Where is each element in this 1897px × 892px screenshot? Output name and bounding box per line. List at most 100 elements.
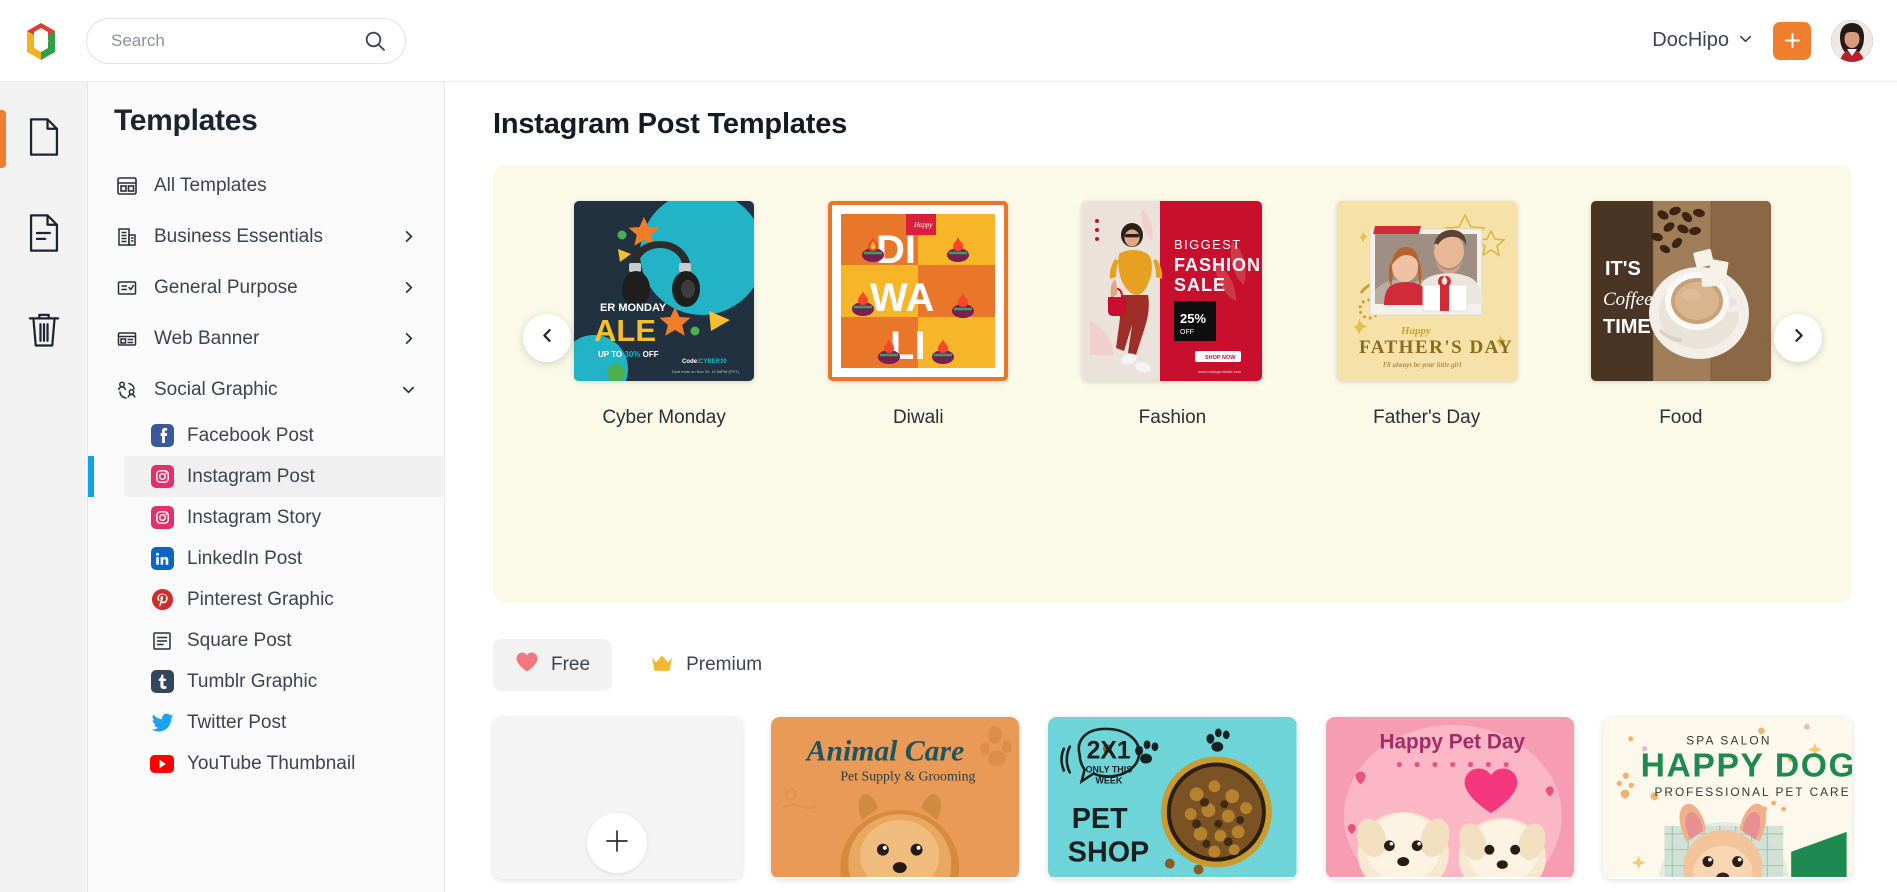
sidebar-item-facebook-post[interactable]: Facebook Post (124, 415, 444, 456)
app-body: Templates All Templates Business Essenti… (0, 82, 1897, 892)
sidebar-item-label: Business Essentials (154, 225, 323, 247)
animal-care-text2: Pet Supply & Grooming (840, 768, 975, 783)
category-thumbnail-diwali[interactable]: Happy DI WA LI (828, 201, 1009, 381)
web-banner-icon (114, 328, 140, 350)
happy-pet-day-artwork: Happy Pet Day (1325, 717, 1575, 878)
template-card-blank[interactable] (493, 717, 742, 879)
cyber-monday-artwork: ER MONDAY ALE UP TO 30% OFF Code:CYBER30… (574, 201, 755, 381)
sidebar-item-web-banner[interactable]: Web Banner (88, 313, 444, 364)
workspace-name: DocHipo (1652, 29, 1729, 51)
animal-care-artwork: Animal Care Pet Supply & Grooming (770, 717, 1020, 878)
sidebar-item-label: LinkedIn Post (187, 547, 303, 569)
filter-free[interactable]: Free (493, 639, 613, 691)
category-thumbnail-food[interactable]: IT'S Coffee TIME (1590, 201, 1771, 381)
diwali-text1: DI (876, 228, 916, 272)
svg-text:WEEK: WEEK (1096, 775, 1123, 785)
chevron-right-icon[interactable] (401, 331, 416, 346)
category-card[interactable]: Happy FATHER'S DAY I'll always be your l… (1336, 201, 1518, 429)
rail-item-trash[interactable] (0, 300, 88, 362)
pet-shop-text1: 2X1 (1087, 738, 1131, 765)
sidebar-item-instagram-story[interactable]: Instagram Story (124, 497, 444, 538)
sidebar-item-label: Tumblr Graphic (187, 670, 318, 692)
sidebar-item-pinterest-graphic[interactable]: Pinterest Graphic (124, 579, 444, 620)
template-filters: Free Premium (493, 639, 1852, 691)
sidebar-item-label: Instagram Story (187, 506, 322, 528)
filter-label: Free (551, 654, 591, 675)
sidebar-item-linkedin-post[interactable]: LinkedIn Post (124, 538, 444, 579)
sidebar-item-general-purpose[interactable]: General Purpose (88, 262, 444, 313)
fathers-day-text1: Happy (1400, 325, 1431, 337)
create-new-button[interactable] (1773, 21, 1811, 60)
building-icon (114, 226, 140, 248)
svg-text:UP TO 30% OFF: UP TO 30% OFF (598, 350, 659, 359)
template-card-happy-pet-day[interactable]: Happy Pet Day (1325, 717, 1575, 879)
dochipo-logo[interactable] (18, 18, 64, 64)
category-thumbnail-cyber-monday[interactable]: ER MONDAY ALE UP TO 30% OFF Code:CYBER30… (574, 201, 755, 381)
pet-shop-artwork: 2X1 ONLY THIS WEEK PET SHOP (1048, 717, 1297, 878)
chevron-down-icon (1738, 31, 1753, 51)
add-blank-template-button[interactable] (587, 813, 648, 873)
sidebar-item-instagram-post[interactable]: Instagram Post (88, 456, 444, 497)
carousel-next-button[interactable] (1774, 314, 1822, 362)
tumblr-icon (150, 670, 174, 693)
category-thumbnail-fathers-day[interactable]: Happy FATHER'S DAY I'll always be your l… (1336, 201, 1517, 381)
happy-dog-text1: SPA SALON (1687, 734, 1772, 748)
category-label: Father's Day (1373, 407, 1481, 428)
category-card[interactable]: IT'S Coffee TIME Food (1590, 201, 1772, 429)
fathers-day-artwork: Happy FATHER'S DAY I'll always be your l… (1336, 201, 1517, 381)
category-label: Cyber Monday (602, 407, 726, 428)
dashboard-grid-icon (114, 175, 140, 197)
instagram-icon (150, 465, 174, 488)
chevron-down-icon[interactable] (401, 382, 416, 397)
category-label: Diwali (892, 407, 944, 428)
sidebar-item-social-graphic[interactable]: Social Graphic (88, 364, 444, 415)
twitter-icon (150, 711, 174, 734)
rail-item-designs[interactable] (0, 108, 88, 170)
linkedin-icon (150, 547, 174, 570)
sidebar-item-youtube-thumbnail[interactable]: YouTube Thumbnail (124, 743, 444, 784)
category-card[interactable]: ER MONDAY ALE UP TO 30% OFF Code:CYBER30… (573, 201, 755, 429)
category-card[interactable]: BIGGEST FASHION SALE 25% OFF SHOP NOW ww… (1081, 201, 1263, 429)
youtube-icon (150, 754, 174, 773)
diwali-artwork: Happy DI WA LI (828, 201, 1009, 381)
sidebar-item-square-post[interactable]: Square Post (124, 620, 444, 661)
template-card-animal-care[interactable]: Animal Care Pet Supply & Grooming (770, 717, 1020, 879)
category-list: ER MONDAY ALE UP TO 30% OFF Code:CYBER30… (493, 201, 1852, 429)
sidebar-item-tumblr-graphic[interactable]: Tumblr Graphic (124, 661, 444, 702)
svg-text:Happy: Happy (913, 221, 934, 229)
heart-icon (515, 651, 539, 679)
search-icon[interactable] (363, 29, 387, 53)
template-card-pet-shop[interactable]: 2X1 ONLY THIS WEEK PET SHOP (1048, 717, 1297, 879)
sidebar-title: Templates (114, 104, 258, 137)
template-card-happy-dog[interactable]: SPA SALON HAPPY DOG PROFESSIONAL PET CAR… (1603, 717, 1852, 879)
user-avatar[interactable] (1831, 19, 1873, 62)
crown-icon (650, 652, 674, 678)
templates-sidebar: Templates All Templates Business Essenti… (88, 82, 445, 892)
search-box[interactable] (86, 17, 406, 64)
category-label: Fashion (1138, 407, 1207, 428)
filter-premium[interactable]: Premium (628, 640, 784, 690)
sidebar-item-label: Twitter Post (187, 711, 287, 733)
chevron-right-icon[interactable] (401, 280, 416, 295)
sidebar-item-business-essentials[interactable]: Business Essentials (88, 211, 444, 262)
top-bar: DocHipo (0, 0, 1897, 82)
plus-icon (602, 826, 632, 861)
main-content: Instagram Post Templates ER MONDAY ALE U… (445, 82, 1897, 892)
sidebar-item-twitter-post[interactable]: Twitter Post (124, 702, 444, 743)
rail-item-documents[interactable] (0, 204, 88, 266)
category-thumbnail-fashion[interactable]: BIGGEST FASHION SALE 25% OFF SHOP NOW ww… (1082, 201, 1263, 381)
sidebar-item-all-templates[interactable]: All Templates (88, 160, 444, 211)
category-card[interactable]: Happy DI WA LI Diwali (827, 201, 1009, 429)
sidebar-item-label: Social Graphic (154, 378, 278, 400)
instagram-icon (150, 506, 174, 529)
carousel-prev-button[interactable] (523, 314, 571, 362)
svg-text:Deal ends on Nov 30, 11:59PM (: Deal ends on Nov 30, 11:59PM (PST) (672, 369, 740, 374)
workspace-selector[interactable]: DocHipo (1652, 29, 1753, 52)
fathers-day-text2: FATHER'S DAY (1359, 337, 1513, 358)
fashion-artwork: BIGGEST FASHION SALE 25% OFF SHOP NOW ww… (1082, 201, 1263, 381)
svg-text:Code:CYBER30: Code:CYBER30 (682, 359, 727, 365)
app-root: DocHipo (0, 0, 1897, 892)
chevron-right-icon[interactable] (401, 229, 416, 244)
food-text2: Coffee (1603, 289, 1653, 310)
search-input[interactable] (111, 30, 363, 51)
